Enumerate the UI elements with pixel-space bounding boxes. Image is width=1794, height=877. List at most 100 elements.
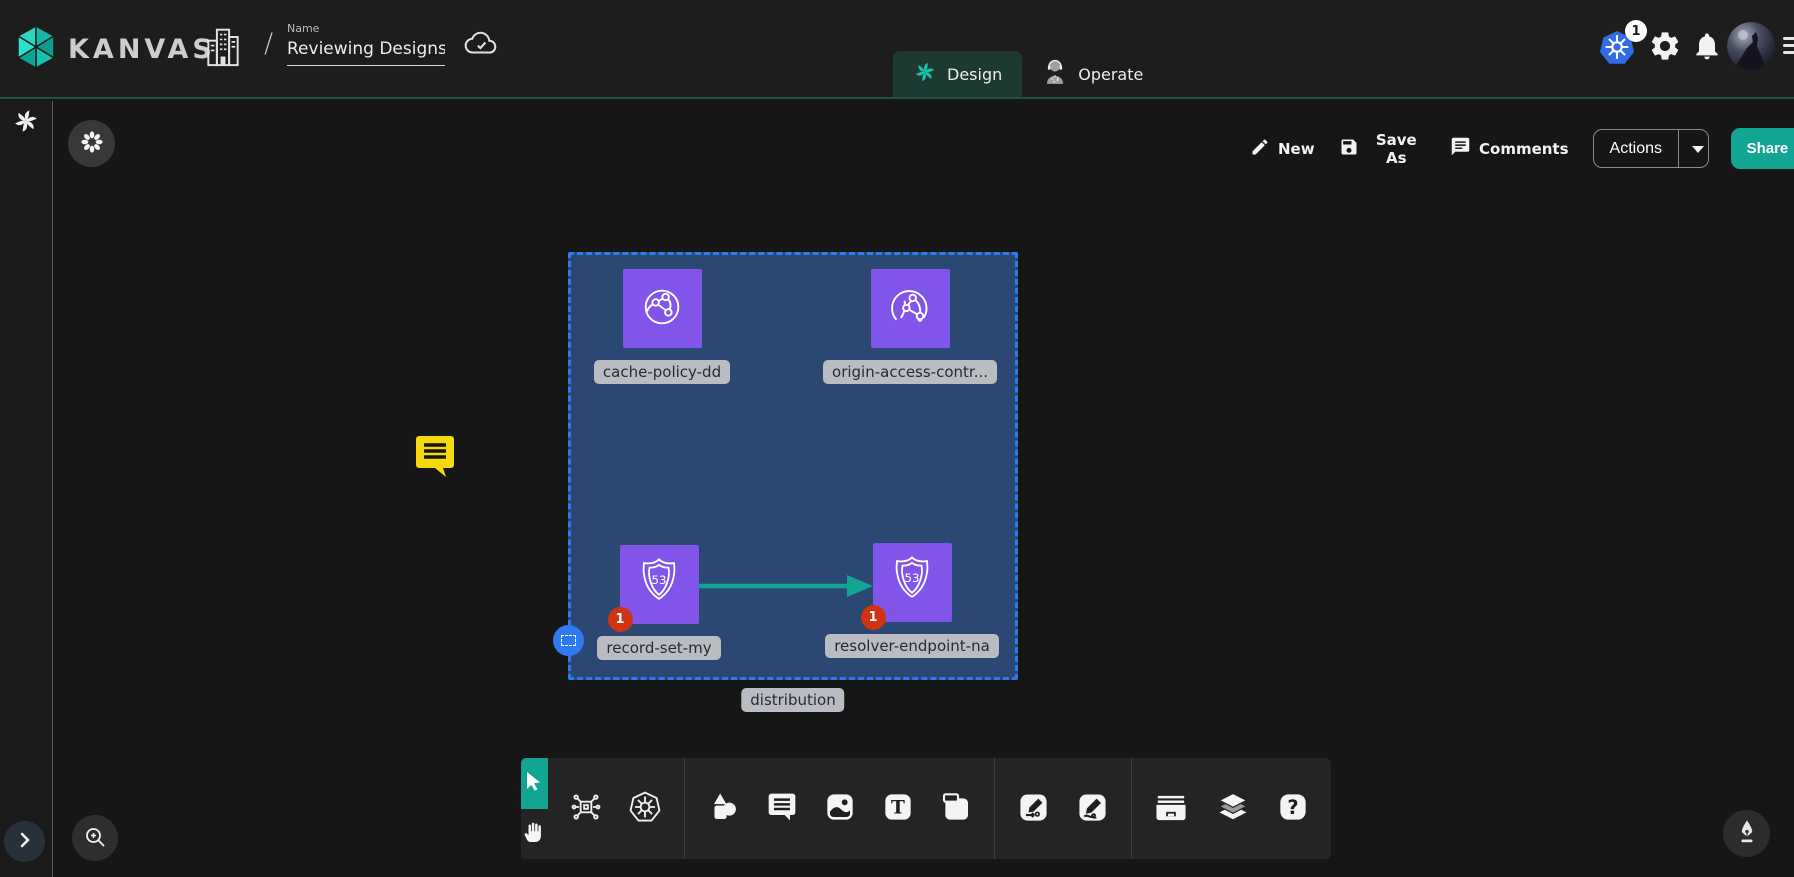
- user-avatar[interactable]: [1727, 22, 1775, 70]
- actions-dropdown-button[interactable]: Actions: [1593, 129, 1709, 168]
- sidebar-expand-button[interactable]: [4, 821, 45, 862]
- connection-arrow[interactable]: [697, 571, 875, 605]
- tool-sticky-note[interactable]: [940, 791, 972, 826]
- cursor-icon: [522, 769, 546, 797]
- selection-group-distribution[interactable]: cache-policy-dd origin-access-contr...: [568, 252, 1018, 680]
- brand-title: KANVAS: [68, 34, 216, 65]
- count-badge: 1: [861, 605, 886, 630]
- toolbar-group-library: ?: [1131, 758, 1331, 859]
- image-icon: [824, 791, 856, 826]
- notifications-button[interactable]: [1691, 29, 1723, 66]
- toolbar-group-draw: [995, 758, 1131, 859]
- node-origin-access-control[interactable]: origin-access-contr...: [825, 269, 995, 384]
- pen-mode-button[interactable]: [1723, 810, 1770, 857]
- tool-comment[interactable]: [766, 791, 798, 826]
- bell-icon: [1691, 51, 1723, 66]
- tool-layers[interactable]: [1215, 789, 1251, 828]
- save-as-label: Save As: [1367, 131, 1426, 167]
- comments-button[interactable]: Comments: [1450, 136, 1569, 161]
- node-cache-policy[interactable]: cache-policy-dd: [577, 269, 747, 384]
- layers-icon: [1215, 789, 1251, 828]
- pen-nib-icon: [1735, 819, 1759, 848]
- tools-toolbar: T: [521, 758, 1331, 859]
- group-drag-handle[interactable]: [553, 625, 584, 656]
- tool-integrations[interactable]: [570, 791, 602, 826]
- canvas-action-bar: New Save As Comments Actions: [1250, 128, 1794, 169]
- zoom-in-button[interactable]: [72, 815, 118, 861]
- tool-select[interactable]: [521, 758, 548, 809]
- tab-operate-label: Operate: [1078, 65, 1143, 84]
- select-pan-column: [521, 758, 548, 859]
- pencil-icon: [1250, 137, 1270, 161]
- svg-text:53: 53: [905, 570, 920, 584]
- operate-headset-icon: [1042, 58, 1068, 90]
- tool-image[interactable]: [824, 791, 856, 826]
- left-sidebar: [0, 101, 53, 877]
- name-field-label: Name: [287, 22, 445, 35]
- record-set-square[interactable]: 53 1: [620, 545, 699, 624]
- kubernetes-icon: [1597, 51, 1637, 70]
- help-icon: ?: [1277, 791, 1309, 826]
- node-label[interactable]: origin-access-contr...: [823, 360, 997, 384]
- tool-pan[interactable]: [521, 809, 548, 860]
- save-as-button[interactable]: Save As: [1339, 131, 1426, 167]
- k8s-count-badge: 1: [1625, 20, 1647, 42]
- node-label[interactable]: record-set-my: [597, 636, 720, 660]
- svg-text:?: ?: [1287, 796, 1298, 819]
- design-name-field: Name: [287, 22, 445, 66]
- comments-label: Comments: [1479, 140, 1569, 158]
- chevron-right-icon: [17, 832, 33, 851]
- cloud-sync-icon[interactable]: [462, 30, 500, 64]
- app-root: KANVAS / Name: [0, 0, 1794, 877]
- tool-freehand-pencil[interactable]: [1076, 791, 1109, 827]
- caret-down-icon[interactable]: [1679, 130, 1709, 167]
- count-badge: 1: [608, 607, 633, 632]
- resolver-endpoint-square[interactable]: 53 1: [873, 543, 952, 622]
- toolbar-group-infra: [548, 758, 684, 859]
- hand-icon: [522, 820, 546, 848]
- tool-help[interactable]: ?: [1277, 791, 1309, 826]
- organization-button[interactable]: [203, 26, 243, 73]
- svg-text:53: 53: [652, 572, 667, 586]
- drawer-icon: [1153, 790, 1189, 827]
- actions-label: Actions: [1594, 130, 1679, 167]
- canvas-settings-button[interactable]: [68, 120, 115, 167]
- node-label[interactable]: cache-policy-dd: [594, 360, 730, 384]
- cache-policy-square[interactable]: [623, 269, 702, 348]
- chip-icon: [570, 791, 602, 826]
- group-label[interactable]: distribution: [741, 688, 844, 712]
- building-icon: [203, 58, 243, 73]
- comment-icon: [1450, 136, 1471, 161]
- tab-design-label: Design: [947, 65, 1002, 84]
- comment-marker[interactable]: [414, 433, 456, 483]
- tool-shapes[interactable]: [706, 790, 740, 827]
- breadcrumb-separator: /: [264, 28, 273, 59]
- comment-tool-icon: [766, 791, 798, 826]
- mode-tabs: Design Operate: [893, 51, 1163, 97]
- tab-design[interactable]: Design: [893, 51, 1022, 97]
- flower-settings-icon: [79, 129, 105, 158]
- menu-icon[interactable]: [1783, 33, 1794, 58]
- tool-component-drawer[interactable]: [1153, 790, 1189, 827]
- origin-access-square[interactable]: [871, 269, 950, 348]
- tab-operate[interactable]: Operate: [1022, 51, 1163, 97]
- node-label[interactable]: resolver-endpoint-na: [825, 634, 999, 658]
- svg-text:T: T: [891, 797, 905, 819]
- share-button[interactable]: Share: [1731, 128, 1794, 169]
- tool-kubernetes[interactable]: [628, 790, 662, 827]
- header-bar: KANVAS / Name: [0, 0, 1794, 99]
- new-button[interactable]: New: [1250, 137, 1315, 161]
- route53-shield-icon: 53: [630, 554, 688, 616]
- zoom-in-icon: [83, 825, 107, 852]
- new-label: New: [1278, 140, 1315, 158]
- gear-icon: [1648, 51, 1682, 66]
- kanvas-logo[interactable]: KANVAS: [14, 24, 216, 74]
- settings-button[interactable]: [1648, 29, 1682, 66]
- kubernetes-status-button[interactable]: 1: [1597, 28, 1641, 68]
- freehand-pencil-icon: [1076, 791, 1109, 827]
- tool-text[interactable]: T: [882, 791, 914, 826]
- sidebar-pinwheel-icon[interactable]: [12, 107, 40, 139]
- design-name-input[interactable]: [287, 37, 445, 66]
- globe-network-icon: [633, 278, 691, 340]
- tool-edge-pen[interactable]: [1017, 791, 1050, 827]
